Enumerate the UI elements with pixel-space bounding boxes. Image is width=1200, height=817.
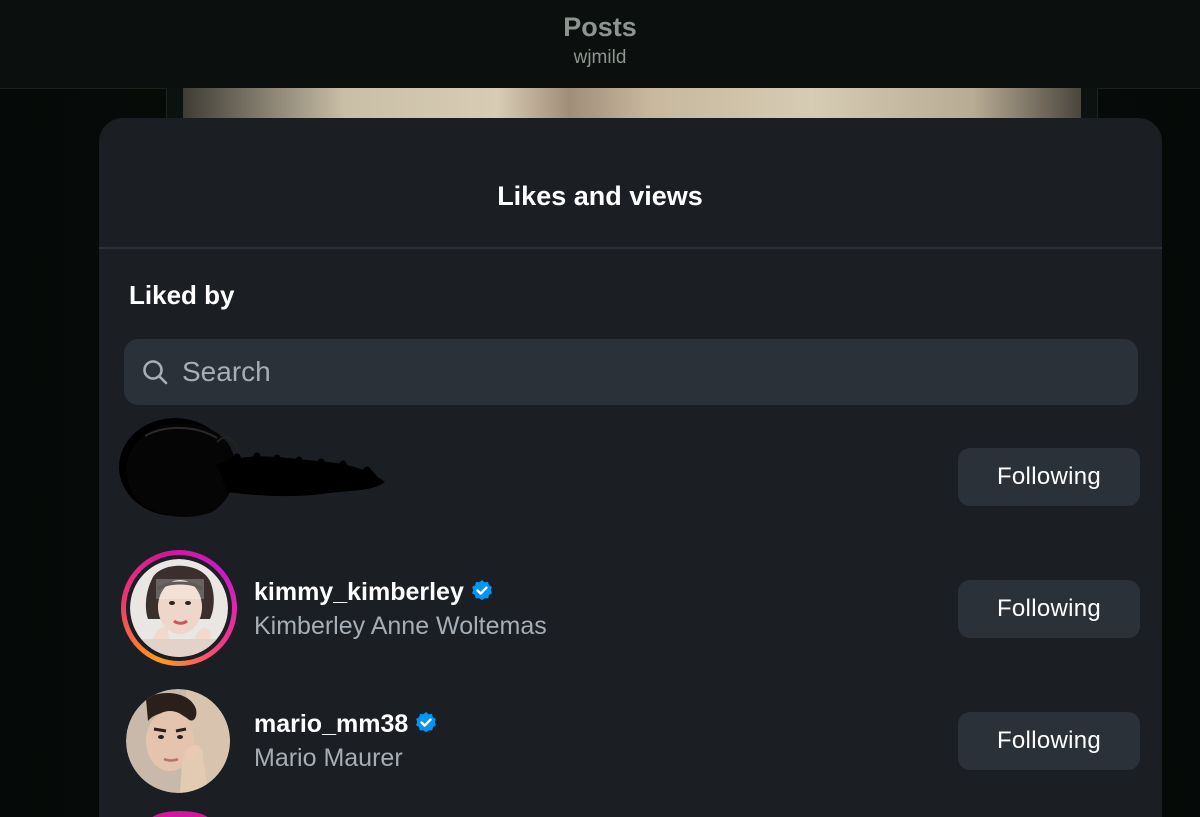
liked-by-heading: Liked by xyxy=(129,280,235,310)
screen: Posts wjmild Likes and views Liked by Fo… xyxy=(0,0,1200,817)
liker-fullname: Kimberley Anne Woltemas xyxy=(254,612,547,640)
search-icon xyxy=(143,360,168,385)
search-bar[interactable] xyxy=(124,339,1138,405)
liker-row[interactable]: kimmy_kimberley Kimberley Anne Woltemas … xyxy=(99,544,1162,676)
redaction-scribble xyxy=(119,418,385,517)
liker-row[interactable]: Following xyxy=(99,412,1162,544)
username-text[interactable]: kimmy_kimberley xyxy=(254,578,464,606)
sheet-divider xyxy=(99,247,1162,249)
username-text[interactable]: mario_mm38 xyxy=(254,710,408,738)
avatar-wrapper[interactable] xyxy=(121,684,237,800)
avatar-story-ring[interactable] xyxy=(121,550,237,666)
verified-badge-icon xyxy=(416,712,437,733)
liker-username[interactable]: kimmy_kimberley xyxy=(254,578,494,607)
header-title: Posts xyxy=(563,12,637,42)
liker-username[interactable]: mario_mm38 xyxy=(254,710,438,739)
following-button[interactable]: Following xyxy=(958,448,1140,506)
sheet-title: Likes and views xyxy=(497,181,703,211)
liker-row[interactable]: mario_mm38 Mario Maurer Following xyxy=(99,676,1162,808)
avatar xyxy=(130,559,228,657)
header-subtitle[interactable]: wjmild xyxy=(0,47,1200,69)
search-input[interactable] xyxy=(182,339,1102,405)
top-header: Posts wjmild xyxy=(0,0,1200,89)
following-button[interactable]: Following xyxy=(958,580,1140,638)
liker-fullname: Mario Maurer xyxy=(254,744,403,772)
following-button[interactable]: Following xyxy=(958,712,1140,770)
avatar xyxy=(126,689,230,793)
verified-badge-icon xyxy=(471,580,492,601)
